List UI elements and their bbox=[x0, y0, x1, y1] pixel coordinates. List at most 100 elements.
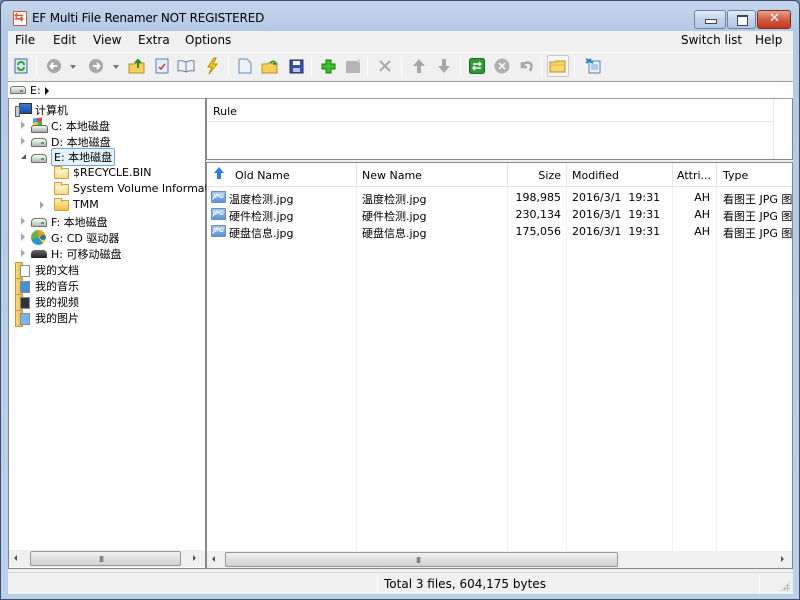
lightning-button[interactable] bbox=[201, 55, 223, 77]
tree-item[interactable]: 我的视频 bbox=[9, 293, 205, 311]
tree-item-label[interactable]: 我的图片 bbox=[35, 310, 79, 326]
tree-item-label[interactable]: C: 本地磁盘 bbox=[51, 118, 110, 134]
refresh-button[interactable] bbox=[10, 55, 32, 77]
tree-item[interactable]: 我的音乐 bbox=[9, 277, 205, 295]
type-cell: 看图王 JPG 图 bbox=[723, 193, 793, 206]
menu-edit[interactable]: Edit bbox=[53, 33, 76, 47]
move-up-button[interactable] bbox=[408, 55, 430, 77]
save-button[interactable] bbox=[285, 55, 307, 77]
rule-column-header[interactable]: Rule bbox=[207, 99, 773, 122]
tree-item[interactable]: System Volume Information bbox=[9, 181, 226, 197]
tree-item-label[interactable]: E: 本地磁盘 bbox=[51, 148, 116, 166]
expand-arrow-icon[interactable] bbox=[21, 233, 25, 241]
forward-dropdown-icon[interactable] bbox=[113, 65, 119, 69]
tree-item[interactable]: $RECYCLE.BIN bbox=[9, 165, 205, 181]
tree-item[interactable]: 计算机 bbox=[9, 101, 205, 117]
address-bar[interactable]: E: bbox=[8, 81, 793, 98]
back-dropdown-icon[interactable] bbox=[70, 65, 76, 69]
file-list[interactable]: Old Name New Name Size Modified Attri...… bbox=[206, 162, 793, 569]
scroll-left-icon[interactable] bbox=[14, 555, 17, 561]
scroll-right-icon[interactable] bbox=[781, 556, 784, 562]
maximize-button[interactable] bbox=[727, 10, 756, 29]
tree-item[interactable]: F: 本地磁盘 bbox=[9, 213, 205, 229]
column-type[interactable]: Type bbox=[723, 169, 748, 182]
column-attributes[interactable]: Attri... bbox=[677, 169, 711, 182]
tree-item-label[interactable]: TMM bbox=[73, 198, 99, 211]
close-button[interactable]: ✕ bbox=[757, 10, 791, 29]
column-size[interactable]: Size bbox=[507, 169, 561, 182]
rules-list[interactable]: Rule bbox=[206, 98, 793, 160]
check-document-button[interactable] bbox=[151, 55, 173, 77]
expand-arrow-icon[interactable] bbox=[21, 217, 25, 225]
resize-grip[interactable] bbox=[780, 581, 790, 591]
tree-item-label[interactable]: 我的文档 bbox=[35, 262, 79, 278]
forward-button[interactable] bbox=[85, 55, 107, 77]
minimize-button[interactable] bbox=[694, 10, 726, 29]
tree-item-label[interactable]: G: CD 驱动器 bbox=[51, 230, 119, 246]
menu-help[interactable]: Help bbox=[755, 33, 782, 47]
edit-rule-button[interactable] bbox=[342, 55, 364, 77]
file-row[interactable]: 硬盘信息.jpg 硬盘信息.jpg 175,056 2016/3/1 19:31 AH 看… bbox=[207, 223, 792, 240]
tree-item-label[interactable]: 我的视频 bbox=[35, 294, 79, 310]
cancel-button[interactable] bbox=[491, 55, 513, 77]
folder-full-icon bbox=[54, 198, 69, 211]
column-divider[interactable] bbox=[356, 163, 357, 187]
tree-item-label[interactable]: F: 本地磁盘 bbox=[51, 214, 108, 230]
column-old-name[interactable]: Old Name bbox=[235, 169, 290, 182]
column-divider[interactable] bbox=[566, 163, 567, 187]
file-row[interactable]: 硬件检测.jpg 硬件检测.jpg 230,134 2016/3/1 19:31 AH 看… bbox=[207, 206, 792, 223]
move-down-button[interactable] bbox=[433, 55, 455, 77]
breadcrumb-arrow-icon[interactable] bbox=[45, 87, 49, 95]
expand-arrow-icon[interactable] bbox=[21, 121, 25, 129]
scrollbar-thumb[interactable]: III bbox=[225, 552, 618, 567]
add-rule-button[interactable] bbox=[317, 55, 339, 77]
export-list-button[interactable] bbox=[582, 55, 604, 77]
collapse-arrow-icon[interactable] bbox=[21, 154, 26, 159]
rule-header-label: Rule bbox=[213, 105, 237, 118]
tree-item[interactable]: C: 本地磁盘 bbox=[9, 117, 205, 133]
menu-switch-list[interactable]: Switch list bbox=[681, 33, 742, 47]
toolbar bbox=[8, 52, 793, 79]
tree-item-label[interactable]: 计算机 bbox=[35, 102, 68, 118]
book-button[interactable] bbox=[175, 55, 197, 77]
back-button[interactable] bbox=[43, 55, 65, 77]
folder-up-button[interactable] bbox=[126, 55, 148, 77]
tree-item[interactable]: 我的图片 bbox=[9, 309, 205, 327]
menu-file[interactable]: File bbox=[15, 33, 35, 47]
scroll-right-icon[interactable] bbox=[193, 555, 196, 561]
open-rules-button[interactable] bbox=[259, 55, 281, 77]
expand-arrow-icon[interactable] bbox=[21, 249, 25, 257]
column-modified[interactable]: Modified bbox=[572, 169, 619, 182]
expand-arrow-icon[interactable] bbox=[21, 137, 25, 145]
toolbar-separator bbox=[460, 57, 461, 76]
file-row[interactable]: 温度检测.jpg 温度检测.jpg 198,985 2016/3/1 19:31 AH 看… bbox=[207, 189, 792, 206]
tree-item[interactable]: G: CD 驱动器 bbox=[9, 229, 205, 245]
tree-item[interactable]: TMM bbox=[9, 197, 205, 213]
title-bar[interactable]: EF Multi File Renamer NOT REGISTERED ✕ bbox=[1, 1, 799, 31]
tree-item[interactable]: 我的文档 bbox=[9, 261, 205, 279]
folder-view-button[interactable] bbox=[547, 55, 569, 77]
scrollbar-thumb[interactable]: III bbox=[30, 551, 181, 566]
column-divider[interactable] bbox=[716, 163, 717, 187]
column-divider[interactable] bbox=[672, 163, 673, 187]
menu-extra[interactable]: Extra bbox=[138, 33, 170, 47]
tree-item[interactable]: H: 可移动磁盘 bbox=[9, 245, 205, 261]
column-new-name[interactable]: New Name bbox=[362, 169, 422, 182]
tree-item[interactable]: E: 本地磁盘 bbox=[9, 148, 205, 166]
rename-button[interactable] bbox=[466, 55, 488, 77]
new-document-button[interactable] bbox=[234, 55, 256, 77]
tree-item-label[interactable]: 我的音乐 bbox=[35, 278, 79, 294]
tree-item[interactable]: D: 本地磁盘 bbox=[9, 133, 205, 149]
tree-item-label[interactable]: System Volume Information bbox=[73, 182, 226, 195]
menu-view[interactable]: View bbox=[93, 33, 121, 47]
address-path[interactable]: E: bbox=[30, 84, 41, 97]
tree-item-label[interactable]: $RECYCLE.BIN bbox=[73, 166, 151, 179]
menu-options[interactable]: Options bbox=[185, 33, 231, 47]
tree-item-label[interactable]: H: 可移动磁盘 bbox=[51, 246, 121, 262]
delete-rule-button[interactable] bbox=[374, 55, 396, 77]
expand-arrow-icon[interactable] bbox=[40, 201, 44, 209]
undo-button[interactable] bbox=[515, 55, 537, 77]
file-list-horizontal-scrollbar[interactable]: III bbox=[207, 551, 792, 568]
tree-horizontal-scrollbar[interactable]: III bbox=[9, 550, 205, 567]
scroll-left-icon[interactable] bbox=[212, 556, 215, 562]
